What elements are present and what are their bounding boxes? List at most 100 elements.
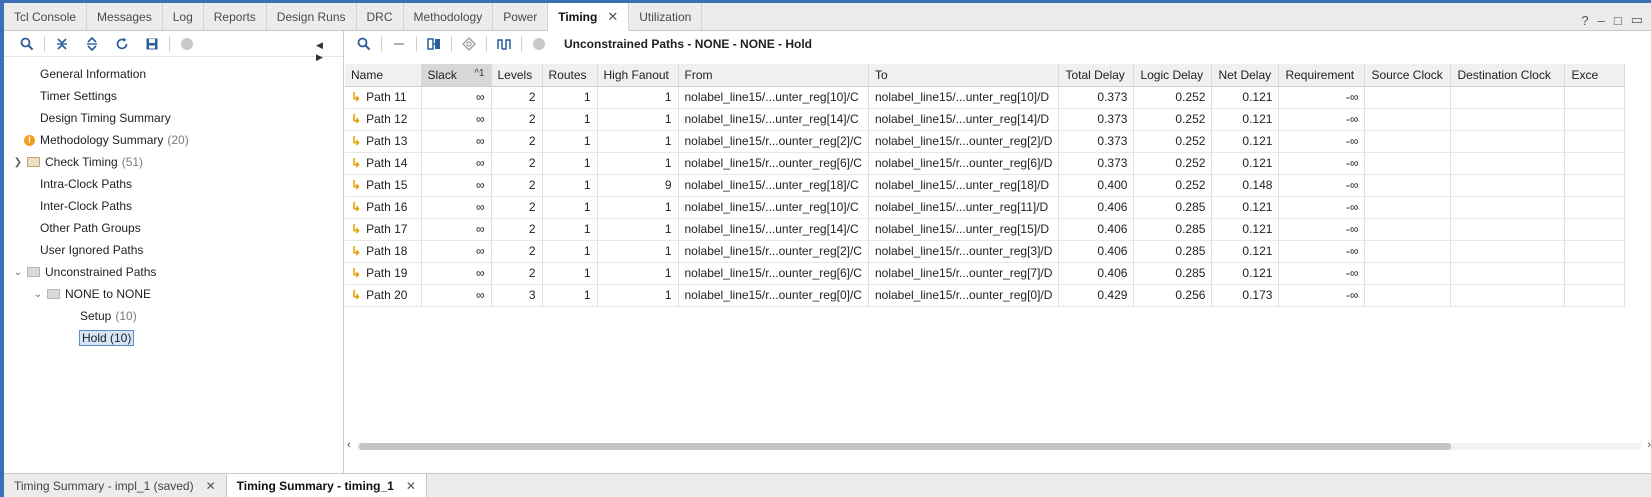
waveform-icon[interactable]: [491, 33, 517, 55]
expand-right-icon[interactable]: ▶: [316, 51, 323, 63]
tab-power[interactable]: Power: [493, 3, 549, 30]
highlight-icon[interactable]: [456, 33, 482, 55]
cell-name: ↳ Path 16: [345, 196, 422, 219]
column-header-slack[interactable]: Slack ^1: [421, 64, 492, 87]
column-header-logic-delay[interactable]: Logic Delay: [1133, 64, 1213, 87]
column-header-total-delay[interactable]: Total Delay: [1058, 64, 1135, 87]
cell-levels: 2: [491, 218, 543, 241]
cell-logic-delay: 0.252: [1133, 108, 1213, 131]
column-header-net-delay[interactable]: Net Delay: [1211, 64, 1280, 87]
tab-tcl-console[interactable]: Tcl Console: [4, 3, 88, 30]
tab-utilization[interactable]: Utilization: [629, 3, 703, 30]
table-row[interactable]: ↳ Path 13 ∞ 2 1 1 nolabel_line15/r...ounter_re…: [345, 130, 1626, 153]
table-row[interactable]: ↳ Path 12 ∞ 2 1 1 nolabel_line15/...unter_reg[…: [345, 108, 1626, 131]
column-header-levels[interactable]: Levels: [491, 64, 543, 87]
tree-item-methodology-summary[interactable]: ! Methodology Summary (20): [4, 129, 343, 151]
tree-item-setup[interactable]: Setup (10): [4, 305, 343, 327]
cell-from: nolabel_line15/...unter_reg[14]/C: [678, 218, 869, 241]
cell-levels: 2: [491, 152, 543, 175]
tree-item-none-to-none[interactable]: ⌄ NONE to NONE: [4, 283, 343, 305]
chevron-down-icon[interactable]: ⌄: [12, 267, 24, 278]
horizontal-scrollbar[interactable]: ‹ ›: [345, 439, 1651, 452]
tab-design-runs[interactable]: Design Runs: [267, 3, 357, 30]
tree-item-hold[interactable]: Hold (10): [4, 327, 343, 349]
collapse-icon[interactable]: [386, 33, 412, 55]
chevron-down-icon[interactable]: ⌄: [32, 289, 44, 300]
close-icon[interactable]: ✕: [406, 479, 416, 493]
expand-all-icon[interactable]: [79, 33, 105, 55]
column-header-requirement[interactable]: Requirement: [1278, 64, 1366, 87]
minimize-icon[interactable]: –: [1598, 13, 1605, 28]
collapse-all-icon[interactable]: [49, 33, 75, 55]
tree-item-other-path-groups[interactable]: Other Path Groups: [4, 217, 343, 239]
tree-item-check-timing[interactable]: ❯ Check Timing (51): [4, 151, 343, 173]
maximize-icon[interactable]: □: [1614, 13, 1622, 28]
tab-label: Utilization: [639, 9, 692, 24]
collapse-left-icon[interactable]: ◀: [316, 39, 323, 51]
scrollbar-thumb[interactable]: [359, 443, 1451, 450]
tree-item-general-information[interactable]: General Information: [4, 63, 343, 85]
path-name: Path 18: [366, 244, 408, 258]
toolbar-divider: [416, 36, 417, 52]
scroll-left-icon[interactable]: ‹: [347, 439, 351, 451]
cell-to: nolabel_line15/...unter_reg[11]/D: [868, 196, 1060, 219]
tab-timing[interactable]: Timing ✕: [548, 3, 630, 31]
column-header-to[interactable]: To: [868, 64, 1060, 87]
tab-drc[interactable]: DRC: [357, 3, 404, 30]
doc-tab-timing-summary-timing[interactable]: Timing Summary - timing_1 ✕: [225, 474, 427, 497]
tree-item-unconstrained-paths[interactable]: ⌄ Unconstrained Paths: [4, 261, 343, 283]
table-row[interactable]: ↳ Path 17 ∞ 2 1 1 nolabel_line15/...unter_reg[…: [345, 218, 1626, 241]
cell-net-delay: 0.121: [1211, 130, 1280, 153]
doc-tab-timing-summary-impl[interactable]: Timing Summary - impl_1 (saved) ✕: [4, 474, 226, 497]
tree-item-inter-clock-paths[interactable]: Inter-Clock Paths: [4, 195, 343, 217]
toolbar-divider: [381, 36, 382, 52]
cell-from: nolabel_line15/r...ounter_reg[6]/C: [678, 152, 869, 175]
tree-item-label: Intra-Clock Paths: [40, 177, 133, 191]
table-row[interactable]: ↳ Path 14 ∞ 2 1 1 nolabel_line15/r...ounter_re…: [345, 152, 1626, 175]
table-row[interactable]: ↳ Path 15 ∞ 2 1 9 nolabel_line15/...unter_reg[…: [345, 174, 1626, 197]
tree-item-label: Check Timing: [45, 155, 118, 169]
search-icon[interactable]: [351, 33, 377, 55]
pane-splitter[interactable]: ◀ ▶: [316, 39, 323, 63]
cell-high-fanout: 1: [597, 262, 679, 285]
column-header-routes[interactable]: Routes: [542, 64, 598, 87]
schematic-icon[interactable]: [421, 33, 447, 55]
tab-log[interactable]: Log: [163, 3, 204, 30]
close-icon[interactable]: ✕: [607, 9, 618, 25]
tree-item-intra-clock-paths[interactable]: Intra-Clock Paths: [4, 173, 343, 195]
column-header-destination-clock[interactable]: Destination Clock: [1450, 64, 1566, 87]
cell-routes: 1: [542, 284, 598, 307]
column-header-from[interactable]: From: [678, 64, 869, 87]
table-row[interactable]: ↳ Path 16 ∞ 2 1 1 nolabel_line15/...unter_reg[…: [345, 196, 1626, 219]
scroll-right-icon[interactable]: ›: [1647, 439, 1651, 451]
search-icon[interactable]: [14, 33, 40, 55]
tree-item-timer-settings[interactable]: Timer Settings: [4, 85, 343, 107]
cell-requirement: -∞: [1278, 86, 1366, 109]
float-icon[interactable]: ▭: [1631, 12, 1643, 28]
cell-net-delay: 0.121: [1211, 240, 1280, 263]
cell-exceptions: [1564, 284, 1626, 307]
table-row[interactable]: ↳ Path 11 ∞ 2 1 1 nolabel_line15/...unter_reg[…: [345, 86, 1626, 109]
refresh-icon[interactable]: [109, 33, 135, 55]
folder-warning-icon: [27, 157, 40, 167]
cell-exceptions: [1564, 130, 1626, 153]
table-row[interactable]: ↳ Path 18 ∞ 2 1 1 nolabel_line15/r...ounter_re…: [345, 240, 1626, 263]
tab-methodology[interactable]: Methodology: [404, 3, 494, 30]
close-icon[interactable]: ✕: [206, 479, 216, 493]
cell-levels: 2: [491, 174, 543, 197]
column-header-source-clock[interactable]: Source Clock: [1364, 64, 1452, 87]
tree-item-design-timing-summary[interactable]: Design Timing Summary: [4, 107, 343, 129]
tab-reports[interactable]: Reports: [204, 3, 267, 30]
table-row[interactable]: ↳ Path 20 ∞ 3 1 1 nolabel_line15/r...ounter_re…: [345, 284, 1626, 307]
chevron-right-icon[interactable]: ❯: [12, 157, 24, 168]
cell-exceptions: [1564, 152, 1626, 175]
cell-from: nolabel_line15/...unter_reg[10]/C: [678, 196, 869, 219]
column-header-exceptions[interactable]: Exce: [1564, 64, 1626, 87]
column-header-name[interactable]: Name: [345, 64, 422, 87]
tab-messages[interactable]: Messages: [87, 3, 163, 30]
table-row[interactable]: ↳ Path 19 ∞ 2 1 1 nolabel_line15/r...ounter_re…: [345, 262, 1626, 285]
save-icon[interactable]: [139, 33, 165, 55]
tree-item-user-ignored-paths[interactable]: User Ignored Paths: [4, 239, 343, 261]
column-header-high-fanout[interactable]: High Fanout: [597, 64, 679, 87]
help-icon[interactable]: ?: [1581, 13, 1588, 28]
